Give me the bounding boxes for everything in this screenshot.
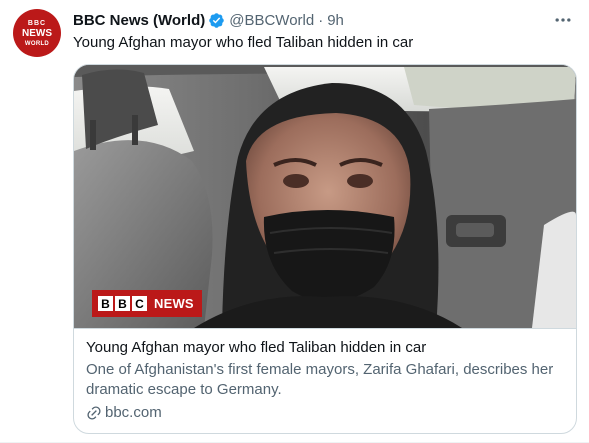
more-options-icon[interactable] bbox=[553, 10, 573, 30]
handle[interactable]: @BBCWorld bbox=[229, 12, 314, 29]
badge-word-news: NEWS bbox=[154, 296, 194, 311]
badge-letter-b2: B bbox=[115, 296, 130, 311]
card-domain-text: bbc.com bbox=[105, 404, 162, 421]
separator-dot: · bbox=[318, 11, 324, 29]
link-icon bbox=[87, 406, 101, 420]
tweet-text: Young Afghan mayor who fled Taliban hidd… bbox=[73, 34, 414, 51]
link-card[interactable]: B B C NEWS Young Afghan mayor who fled T… bbox=[73, 64, 577, 434]
avatar-text-news: NEWS bbox=[22, 27, 52, 39]
tweet-header: BBC News (World) @BBCWorld · 9h bbox=[73, 10, 344, 30]
avatar-text-bbc: BBC bbox=[27, 19, 47, 27]
card-photo bbox=[74, 65, 576, 328]
card-image[interactable]: B B C NEWS bbox=[74, 65, 576, 328]
verified-badge-icon bbox=[209, 12, 224, 28]
badge-letter-b1: B bbox=[98, 296, 113, 311]
timestamp[interactable]: 9h bbox=[327, 12, 344, 29]
avatar[interactable]: BBC NEWS WORLD bbox=[13, 9, 61, 57]
card-title: Young Afghan mayor who fled Taliban hidd… bbox=[86, 339, 427, 356]
card-body[interactable]: Young Afghan mayor who fled Taliban hidd… bbox=[74, 328, 576, 423]
display-name[interactable]: BBC News (World) bbox=[73, 12, 205, 29]
more-options-glyph bbox=[555, 18, 571, 22]
card-description: One of Afghanistan's first female mayors… bbox=[86, 361, 554, 398]
bbc-news-badge: B B C NEWS bbox=[92, 290, 202, 317]
avatar-text-world: WORLD bbox=[24, 40, 50, 47]
badge-letter-c: C bbox=[132, 296, 147, 311]
tweet[interactable]: BBC NEWS WORLD BBC News (World) @BBCWorl… bbox=[0, 0, 589, 443]
card-domain: bbc.com bbox=[86, 403, 564, 423]
